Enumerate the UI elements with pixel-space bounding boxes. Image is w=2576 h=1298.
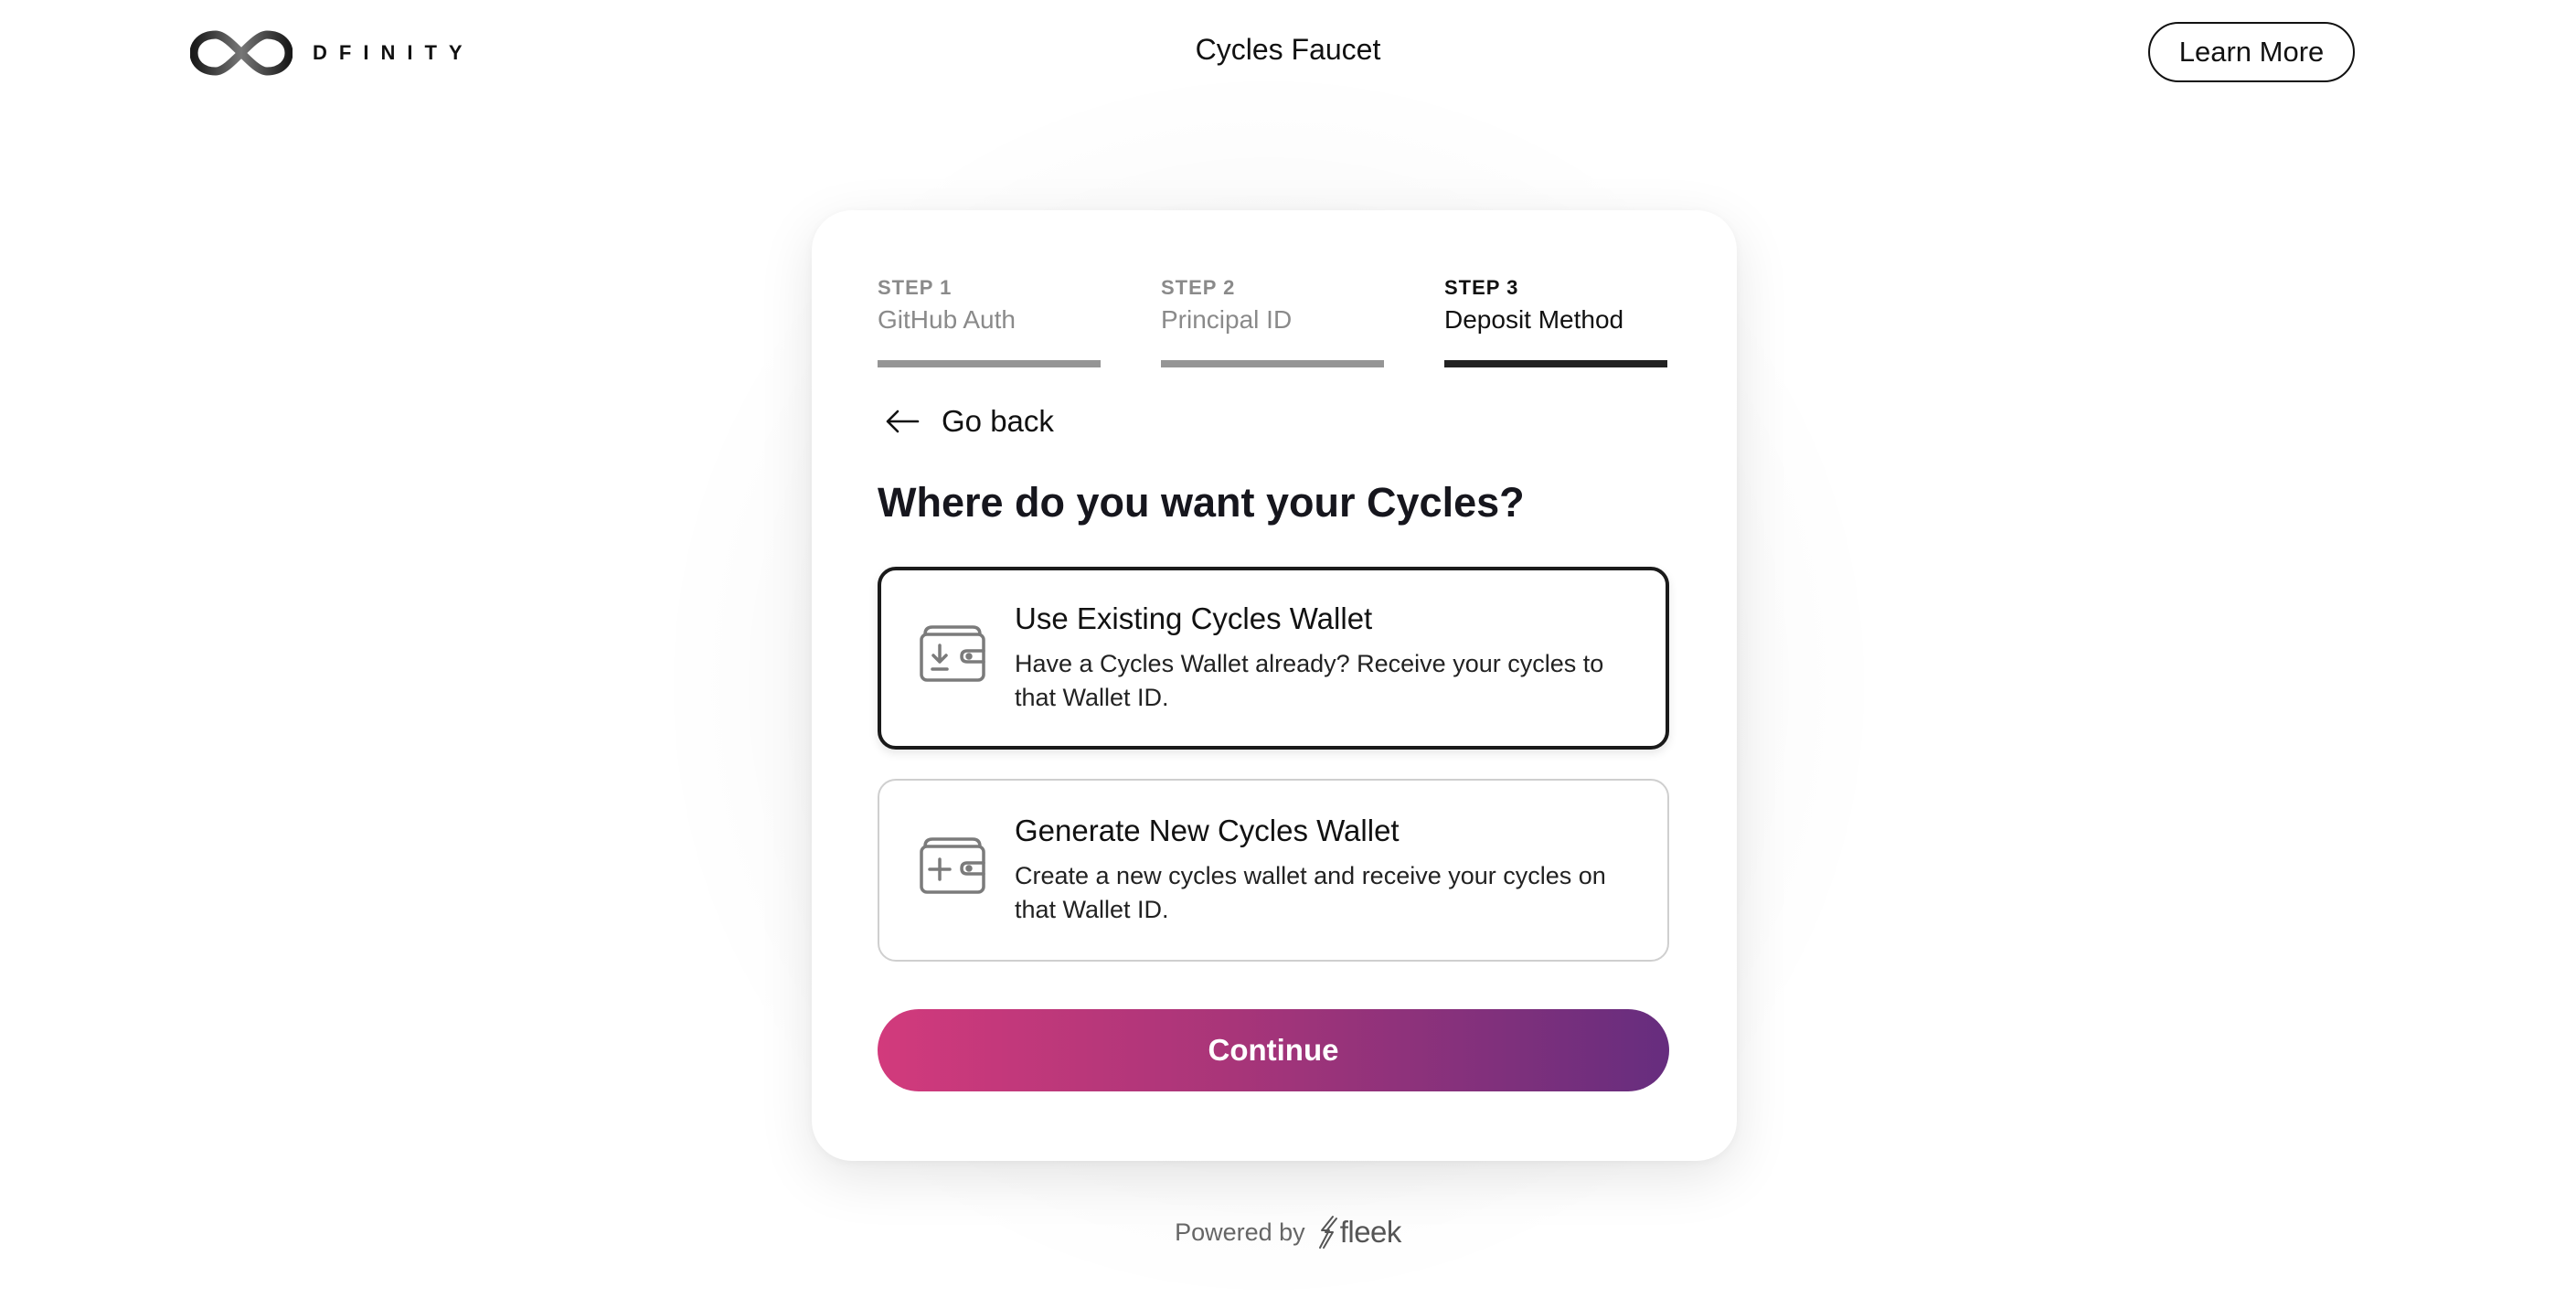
arrow-left-icon [886,410,920,433]
powered-by-footer: Powered by fleek [0,1214,2576,1250]
stepper: STEP 1 GitHub Auth STEP 2 Principal ID S… [878,276,1667,367]
wallet-download-icon [920,625,985,682]
step-number: STEP 1 [878,276,953,299]
step-number: STEP 2 [1161,276,1236,299]
question-heading: Where do you want your Cycles? [878,479,1525,526]
step-label: Principal ID [1161,305,1293,334]
option-existing-wallet[interactable]: Use Existing Cycles Wallet Have a Cycles… [878,567,1669,750]
step-progress-bar [1161,360,1384,367]
step-progress-bar [1444,360,1667,367]
deposit-method-card: STEP 1 GitHub Auth STEP 2 Principal ID S… [812,210,1737,1161]
continue-button[interactable]: Continue [878,1009,1669,1091]
go-back-link[interactable]: Go back [885,404,1054,439]
step-label: GitHub Auth [878,305,1016,334]
go-back-label: Go back [942,404,1054,438]
option-description: Create a new cycles wallet and receive y… [1015,862,1606,923]
option-description: Have a Cycles Wallet already? Receive yo… [1015,650,1604,711]
step-label: Deposit Method [1444,305,1624,334]
step-github-auth: STEP 1 GitHub Auth [878,276,1101,367]
option-title: Generate New Cycles Wallet [1015,814,1400,847]
step-deposit-method: STEP 3 Deposit Method [1444,276,1667,367]
step-principal-id: STEP 2 Principal ID [1161,276,1384,367]
lightning-bolt-icon [1318,1216,1337,1249]
powered-by-text: Powered by [1175,1218,1305,1246]
fleek-logo[interactable]: fleek [1315,1214,1401,1250]
learn-more-button[interactable]: Learn More [2148,22,2355,82]
step-progress-bar [878,360,1101,367]
step-number: STEP 3 [1444,276,1519,299]
option-new-wallet[interactable]: Generate New Cycles Wallet Create a new … [878,779,1669,962]
fleek-wordmark: fleek [1339,1215,1402,1249]
option-title: Use Existing Cycles Wallet [1015,601,1373,635]
wallet-plus-icon [920,837,985,894]
